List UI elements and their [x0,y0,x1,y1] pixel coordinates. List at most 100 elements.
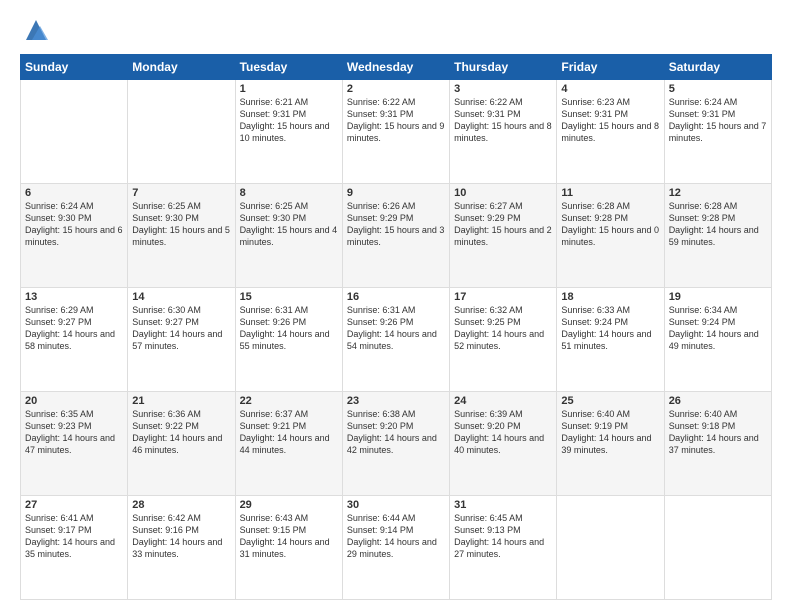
day-number: 5 [669,83,767,95]
day-number: 2 [347,83,445,95]
day-info: Sunrise: 6:40 AMSunset: 9:19 PMDaylight:… [561,408,659,457]
day-info: Sunrise: 6:45 AMSunset: 9:13 PMDaylight:… [454,512,552,561]
day-number: 8 [240,187,338,199]
day-number: 7 [132,187,230,199]
day-info: Sunrise: 6:33 AMSunset: 9:24 PMDaylight:… [561,304,659,353]
day-number: 15 [240,291,338,303]
day-number: 29 [240,499,338,511]
calendar-cell: 19Sunrise: 6:34 AMSunset: 9:24 PMDayligh… [664,288,771,392]
day-number: 18 [561,291,659,303]
day-info: Sunrise: 6:31 AMSunset: 9:26 PMDaylight:… [347,304,445,353]
week-row-4: 20Sunrise: 6:35 AMSunset: 9:23 PMDayligh… [21,392,772,496]
day-info: Sunrise: 6:25 AMSunset: 9:30 PMDaylight:… [132,200,230,249]
day-number: 16 [347,291,445,303]
day-number: 1 [240,83,338,95]
page: SundayMondayTuesdayWednesdayThursdayFrid… [0,0,792,612]
calendar-cell: 2Sunrise: 6:22 AMSunset: 9:31 PMDaylight… [342,80,449,184]
day-info: Sunrise: 6:37 AMSunset: 9:21 PMDaylight:… [240,408,338,457]
calendar-cell: 3Sunrise: 6:22 AMSunset: 9:31 PMDaylight… [450,80,557,184]
day-info: Sunrise: 6:28 AMSunset: 9:28 PMDaylight:… [561,200,659,249]
calendar-cell: 20Sunrise: 6:35 AMSunset: 9:23 PMDayligh… [21,392,128,496]
day-info: Sunrise: 6:26 AMSunset: 9:29 PMDaylight:… [347,200,445,249]
day-number: 24 [454,395,552,407]
day-info: Sunrise: 6:39 AMSunset: 9:20 PMDaylight:… [454,408,552,457]
day-info: Sunrise: 6:35 AMSunset: 9:23 PMDaylight:… [25,408,123,457]
weekday-sunday: Sunday [21,55,128,80]
calendar-cell [21,80,128,184]
day-info: Sunrise: 6:32 AMSunset: 9:25 PMDaylight:… [454,304,552,353]
calendar-cell: 7Sunrise: 6:25 AMSunset: 9:30 PMDaylight… [128,184,235,288]
day-number: 25 [561,395,659,407]
logo [20,16,50,44]
day-info: Sunrise: 6:21 AMSunset: 9:31 PMDaylight:… [240,96,338,145]
calendar-cell: 24Sunrise: 6:39 AMSunset: 9:20 PMDayligh… [450,392,557,496]
calendar-cell: 27Sunrise: 6:41 AMSunset: 9:17 PMDayligh… [21,496,128,600]
calendar-cell: 4Sunrise: 6:23 AMSunset: 9:31 PMDaylight… [557,80,664,184]
weekday-header-row: SundayMondayTuesdayWednesdayThursdayFrid… [21,55,772,80]
week-row-1: 1Sunrise: 6:21 AMSunset: 9:31 PMDaylight… [21,80,772,184]
day-info: Sunrise: 6:29 AMSunset: 9:27 PMDaylight:… [25,304,123,353]
week-row-2: 6Sunrise: 6:24 AMSunset: 9:30 PMDaylight… [21,184,772,288]
day-number: 11 [561,187,659,199]
logo-icon [22,16,50,44]
weekday-tuesday: Tuesday [235,55,342,80]
day-number: 19 [669,291,767,303]
calendar-cell: 17Sunrise: 6:32 AMSunset: 9:25 PMDayligh… [450,288,557,392]
calendar-cell: 11Sunrise: 6:28 AMSunset: 9:28 PMDayligh… [557,184,664,288]
day-number: 27 [25,499,123,511]
day-info: Sunrise: 6:44 AMSunset: 9:14 PMDaylight:… [347,512,445,561]
calendar-cell: 23Sunrise: 6:38 AMSunset: 9:20 PMDayligh… [342,392,449,496]
week-row-5: 27Sunrise: 6:41 AMSunset: 9:17 PMDayligh… [21,496,772,600]
day-info: Sunrise: 6:27 AMSunset: 9:29 PMDaylight:… [454,200,552,249]
day-info: Sunrise: 6:31 AMSunset: 9:26 PMDaylight:… [240,304,338,353]
day-number: 22 [240,395,338,407]
calendar-cell: 6Sunrise: 6:24 AMSunset: 9:30 PMDaylight… [21,184,128,288]
weekday-wednesday: Wednesday [342,55,449,80]
calendar-cell: 18Sunrise: 6:33 AMSunset: 9:24 PMDayligh… [557,288,664,392]
calendar-cell: 12Sunrise: 6:28 AMSunset: 9:28 PMDayligh… [664,184,771,288]
day-info: Sunrise: 6:24 AMSunset: 9:31 PMDaylight:… [669,96,767,145]
calendar-cell: 21Sunrise: 6:36 AMSunset: 9:22 PMDayligh… [128,392,235,496]
calendar-cell: 25Sunrise: 6:40 AMSunset: 9:19 PMDayligh… [557,392,664,496]
weekday-friday: Friday [557,55,664,80]
calendar-cell: 31Sunrise: 6:45 AMSunset: 9:13 PMDayligh… [450,496,557,600]
calendar-cell: 30Sunrise: 6:44 AMSunset: 9:14 PMDayligh… [342,496,449,600]
day-number: 21 [132,395,230,407]
day-number: 12 [669,187,767,199]
day-info: Sunrise: 6:28 AMSunset: 9:28 PMDaylight:… [669,200,767,249]
calendar-cell: 10Sunrise: 6:27 AMSunset: 9:29 PMDayligh… [450,184,557,288]
day-info: Sunrise: 6:38 AMSunset: 9:20 PMDaylight:… [347,408,445,457]
day-number: 30 [347,499,445,511]
day-info: Sunrise: 6:34 AMSunset: 9:24 PMDaylight:… [669,304,767,353]
calendar-cell: 26Sunrise: 6:40 AMSunset: 9:18 PMDayligh… [664,392,771,496]
day-info: Sunrise: 6:41 AMSunset: 9:17 PMDaylight:… [25,512,123,561]
day-number: 17 [454,291,552,303]
calendar-cell: 22Sunrise: 6:37 AMSunset: 9:21 PMDayligh… [235,392,342,496]
day-info: Sunrise: 6:40 AMSunset: 9:18 PMDaylight:… [669,408,767,457]
calendar-cell [664,496,771,600]
day-number: 13 [25,291,123,303]
weekday-thursday: Thursday [450,55,557,80]
calendar-cell: 14Sunrise: 6:30 AMSunset: 9:27 PMDayligh… [128,288,235,392]
day-number: 14 [132,291,230,303]
day-info: Sunrise: 6:22 AMSunset: 9:31 PMDaylight:… [347,96,445,145]
day-info: Sunrise: 6:24 AMSunset: 9:30 PMDaylight:… [25,200,123,249]
day-number: 23 [347,395,445,407]
day-info: Sunrise: 6:42 AMSunset: 9:16 PMDaylight:… [132,512,230,561]
weekday-saturday: Saturday [664,55,771,80]
day-number: 26 [669,395,767,407]
calendar-cell: 8Sunrise: 6:25 AMSunset: 9:30 PMDaylight… [235,184,342,288]
calendar-cell [128,80,235,184]
day-number: 9 [347,187,445,199]
calendar-cell [557,496,664,600]
calendar-table: SundayMondayTuesdayWednesdayThursdayFrid… [20,54,772,600]
day-info: Sunrise: 6:36 AMSunset: 9:22 PMDaylight:… [132,408,230,457]
weekday-monday: Monday [128,55,235,80]
header [20,16,772,44]
calendar-cell: 1Sunrise: 6:21 AMSunset: 9:31 PMDaylight… [235,80,342,184]
day-number: 20 [25,395,123,407]
day-number: 10 [454,187,552,199]
day-number: 28 [132,499,230,511]
calendar-cell: 15Sunrise: 6:31 AMSunset: 9:26 PMDayligh… [235,288,342,392]
calendar-cell: 5Sunrise: 6:24 AMSunset: 9:31 PMDaylight… [664,80,771,184]
